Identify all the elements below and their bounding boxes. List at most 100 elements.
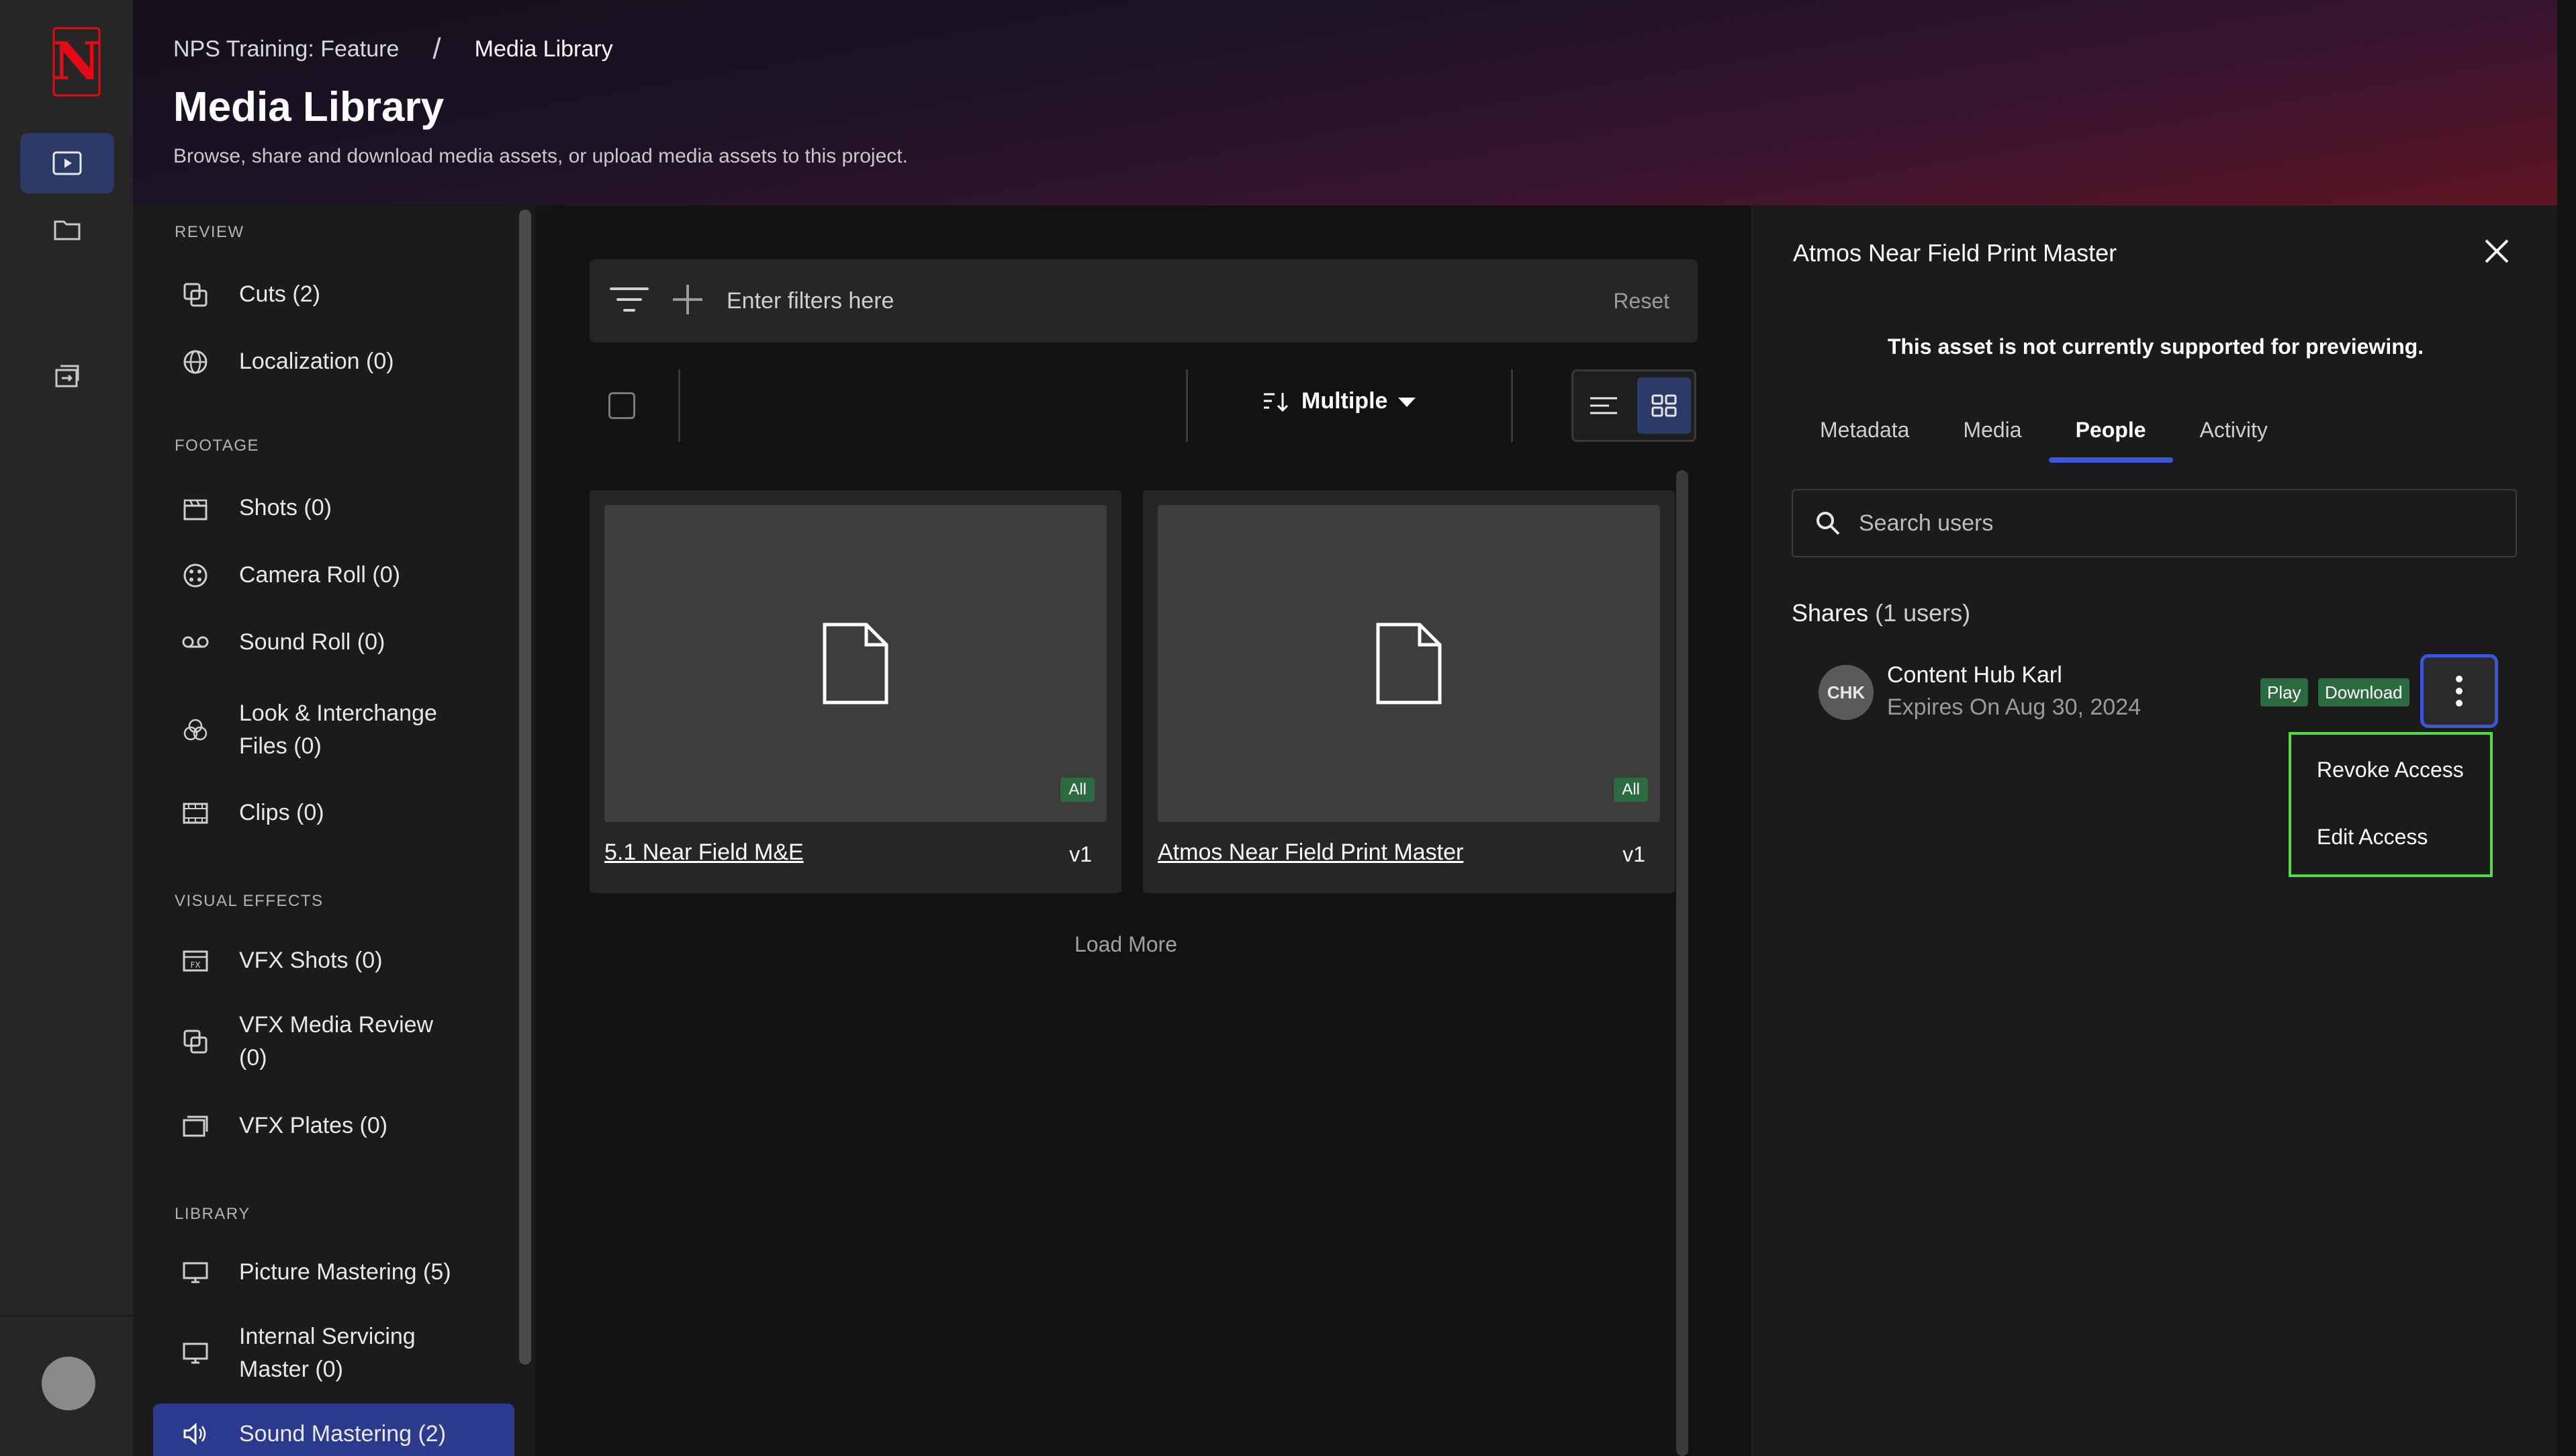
reset-button[interactable]: Reset xyxy=(1613,289,1669,314)
share-user-avatar: CHK xyxy=(1819,665,1874,720)
sidebar-item-clips[interactable]: Clips (0) xyxy=(153,797,514,829)
list-view-button[interactable] xyxy=(1577,377,1630,434)
sidebar-item-vfx-shots[interactable]: FX VFX Shots (0) xyxy=(153,944,514,977)
preview-unsupported-note: This asset is not currently supported fo… xyxy=(1887,334,2424,359)
page-header xyxy=(133,0,2557,206)
asset-thumbnail[interactable]: All xyxy=(1158,505,1660,822)
add-filter-icon[interactable] xyxy=(670,282,705,320)
edit-access-menu-item[interactable]: Edit Access xyxy=(2317,825,2428,850)
window-edge xyxy=(2557,0,2576,1456)
folder-nav-button[interactable] xyxy=(20,199,114,259)
transfer-nav-button[interactable] xyxy=(20,345,114,406)
sidebar-item-sound-mastering[interactable]: Sound Mastering (2) xyxy=(153,1404,514,1456)
shares-label: Shares xyxy=(1792,599,1869,627)
breadcrumb: NPS Training: Feature / Media Library xyxy=(173,32,613,66)
grid-view-icon xyxy=(1651,394,1677,417)
asset-card[interactable]: All 5.1 Near Field M&E v1 xyxy=(590,490,1121,893)
shares-count: (1 users) xyxy=(1875,599,1971,627)
page-title: Media Library xyxy=(173,84,445,130)
film-reel-icon xyxy=(179,562,212,589)
play-square-icon xyxy=(52,151,82,175)
tab-media[interactable]: Media xyxy=(1936,403,2048,463)
asset-version: v1 xyxy=(1069,842,1092,866)
app-rail: N xyxy=(0,0,133,1456)
chevron-down-icon xyxy=(1398,397,1416,407)
sidebar-item-label: Picture Mastering (5) xyxy=(239,1259,451,1285)
sidebar-item-label: Shots (0) xyxy=(239,495,332,520)
file-icon xyxy=(823,623,888,704)
breadcrumb-separator: / xyxy=(432,32,441,65)
breadcrumb-parent[interactable]: NPS Training: Feature xyxy=(173,36,399,62)
sidebar-item-cuts[interactable]: Cuts (2) xyxy=(153,278,514,311)
close-panel-button[interactable] xyxy=(2482,236,2512,269)
section-visual-effects: VISUAL EFFECTS xyxy=(175,892,324,910)
panel-title: Atmos Near Field Print Master xyxy=(1793,239,2117,267)
grid-scrollbar[interactable] xyxy=(1676,470,1688,1456)
section-footage: FOOTAGE xyxy=(175,437,260,455)
sidebar-item-localization[interactable]: Localization (0) xyxy=(153,345,514,378)
sidebar-item-label: Cuts (2) xyxy=(239,281,320,307)
sidebar-item-internal-servicing-master[interactable]: Internal Servicing Master (0) xyxy=(153,1320,514,1386)
sidebar-item-label: Sound Roll (0) xyxy=(239,629,385,655)
sidebar-item-vfx-plates[interactable]: VFX Plates (0) xyxy=(153,1109,514,1142)
more-vertical-icon xyxy=(2456,676,2463,707)
toolbar-divider xyxy=(1186,369,1188,442)
asset-badge: All xyxy=(1614,778,1648,802)
sidebar-item-picture-mastering[interactable]: Picture Mastering (5) xyxy=(153,1256,514,1289)
select-all-checkbox[interactable] xyxy=(608,392,635,419)
asset-title-link[interactable]: Atmos Near Field Print Master xyxy=(1158,839,1463,866)
section-library: LIBRARY xyxy=(175,1205,250,1223)
section-review: REVIEW xyxy=(175,223,244,241)
sidebar-scrollbar[interactable] xyxy=(519,210,531,1365)
toolbar-divider xyxy=(1511,369,1513,442)
sidebar-item-camera-roll[interactable]: Camera Roll (0) xyxy=(153,559,514,592)
user-search xyxy=(1792,489,2517,557)
user-avatar[interactable] xyxy=(42,1357,95,1410)
share-expiry: Expires On Aug 30, 2024 xyxy=(1887,694,2142,720)
svg-text:N: N xyxy=(52,31,100,92)
permission-tag-download: Download xyxy=(2318,678,2409,707)
filter-input[interactable] xyxy=(725,287,1531,315)
sidebar-item-label: Clips (0) xyxy=(239,800,324,825)
review-icon xyxy=(179,1028,212,1055)
sidebar-nav: REVIEW Cuts (2) Localization (0) FOOTAGE… xyxy=(133,206,536,1456)
sort-icon xyxy=(1264,392,1289,412)
netflix-logo: N xyxy=(52,27,101,97)
filter-icon[interactable] xyxy=(608,285,650,318)
sidebar-item-label: Localization (0) xyxy=(239,349,394,374)
sidebar-item-label: Sound Mastering (2) xyxy=(239,1420,447,1447)
sort-label: Multiple xyxy=(1301,388,1388,414)
asset-thumbnail[interactable]: All xyxy=(604,505,1107,822)
file-icon xyxy=(1376,623,1442,704)
filter-bar: Reset xyxy=(590,259,1698,343)
page-subtitle: Browse, share and download media assets,… xyxy=(173,145,908,167)
cuts-icon xyxy=(179,281,212,308)
tab-people[interactable]: People xyxy=(2048,403,2173,463)
asset-card[interactable]: All Atmos Near Field Print Master v1 xyxy=(1143,490,1675,893)
asset-title-link[interactable]: 5.1 Near Field M&E xyxy=(604,839,804,866)
permission-tag-play: Play xyxy=(2260,678,2308,707)
sidebar-item-label: Internal Servicing Master (0) xyxy=(239,1324,416,1382)
monitor-icon xyxy=(179,1261,212,1284)
film-strip-icon xyxy=(179,802,212,825)
revoke-access-menu-item[interactable]: Revoke Access xyxy=(2317,758,2464,782)
list-view-icon xyxy=(1590,397,1617,414)
sort-dropdown[interactable]: Multiple xyxy=(1262,388,1417,414)
sidebar-item-sound-roll[interactable]: Sound Roll (0) xyxy=(153,626,514,659)
tab-activity[interactable]: Activity xyxy=(2173,403,2295,463)
media-nav-button[interactable] xyxy=(20,133,114,193)
sidebar-item-shots[interactable]: Shots (0) xyxy=(153,492,514,525)
sidebar-item-label: VFX Shots (0) xyxy=(239,948,383,973)
sidebar-item-look-interchange[interactable]: Look & Interchange Files (0) xyxy=(153,697,514,763)
sidebar-item-vfx-media-review[interactable]: VFX Media Review (0) xyxy=(153,1009,514,1075)
rail-divider xyxy=(0,1315,133,1316)
search-users-input[interactable] xyxy=(1857,509,2462,537)
tab-metadata[interactable]: Metadata xyxy=(1793,403,1936,463)
share-actions-button[interactable] xyxy=(2420,654,2498,728)
load-more-button[interactable]: Load More xyxy=(1074,932,1177,957)
transfer-icon xyxy=(55,365,79,388)
folder-icon xyxy=(54,220,81,240)
share-actions-menu: Revoke Access Edit Access xyxy=(2289,732,2493,877)
share-user-name: Content Hub Karl xyxy=(1887,662,2062,688)
grid-view-button[interactable] xyxy=(1637,377,1691,434)
